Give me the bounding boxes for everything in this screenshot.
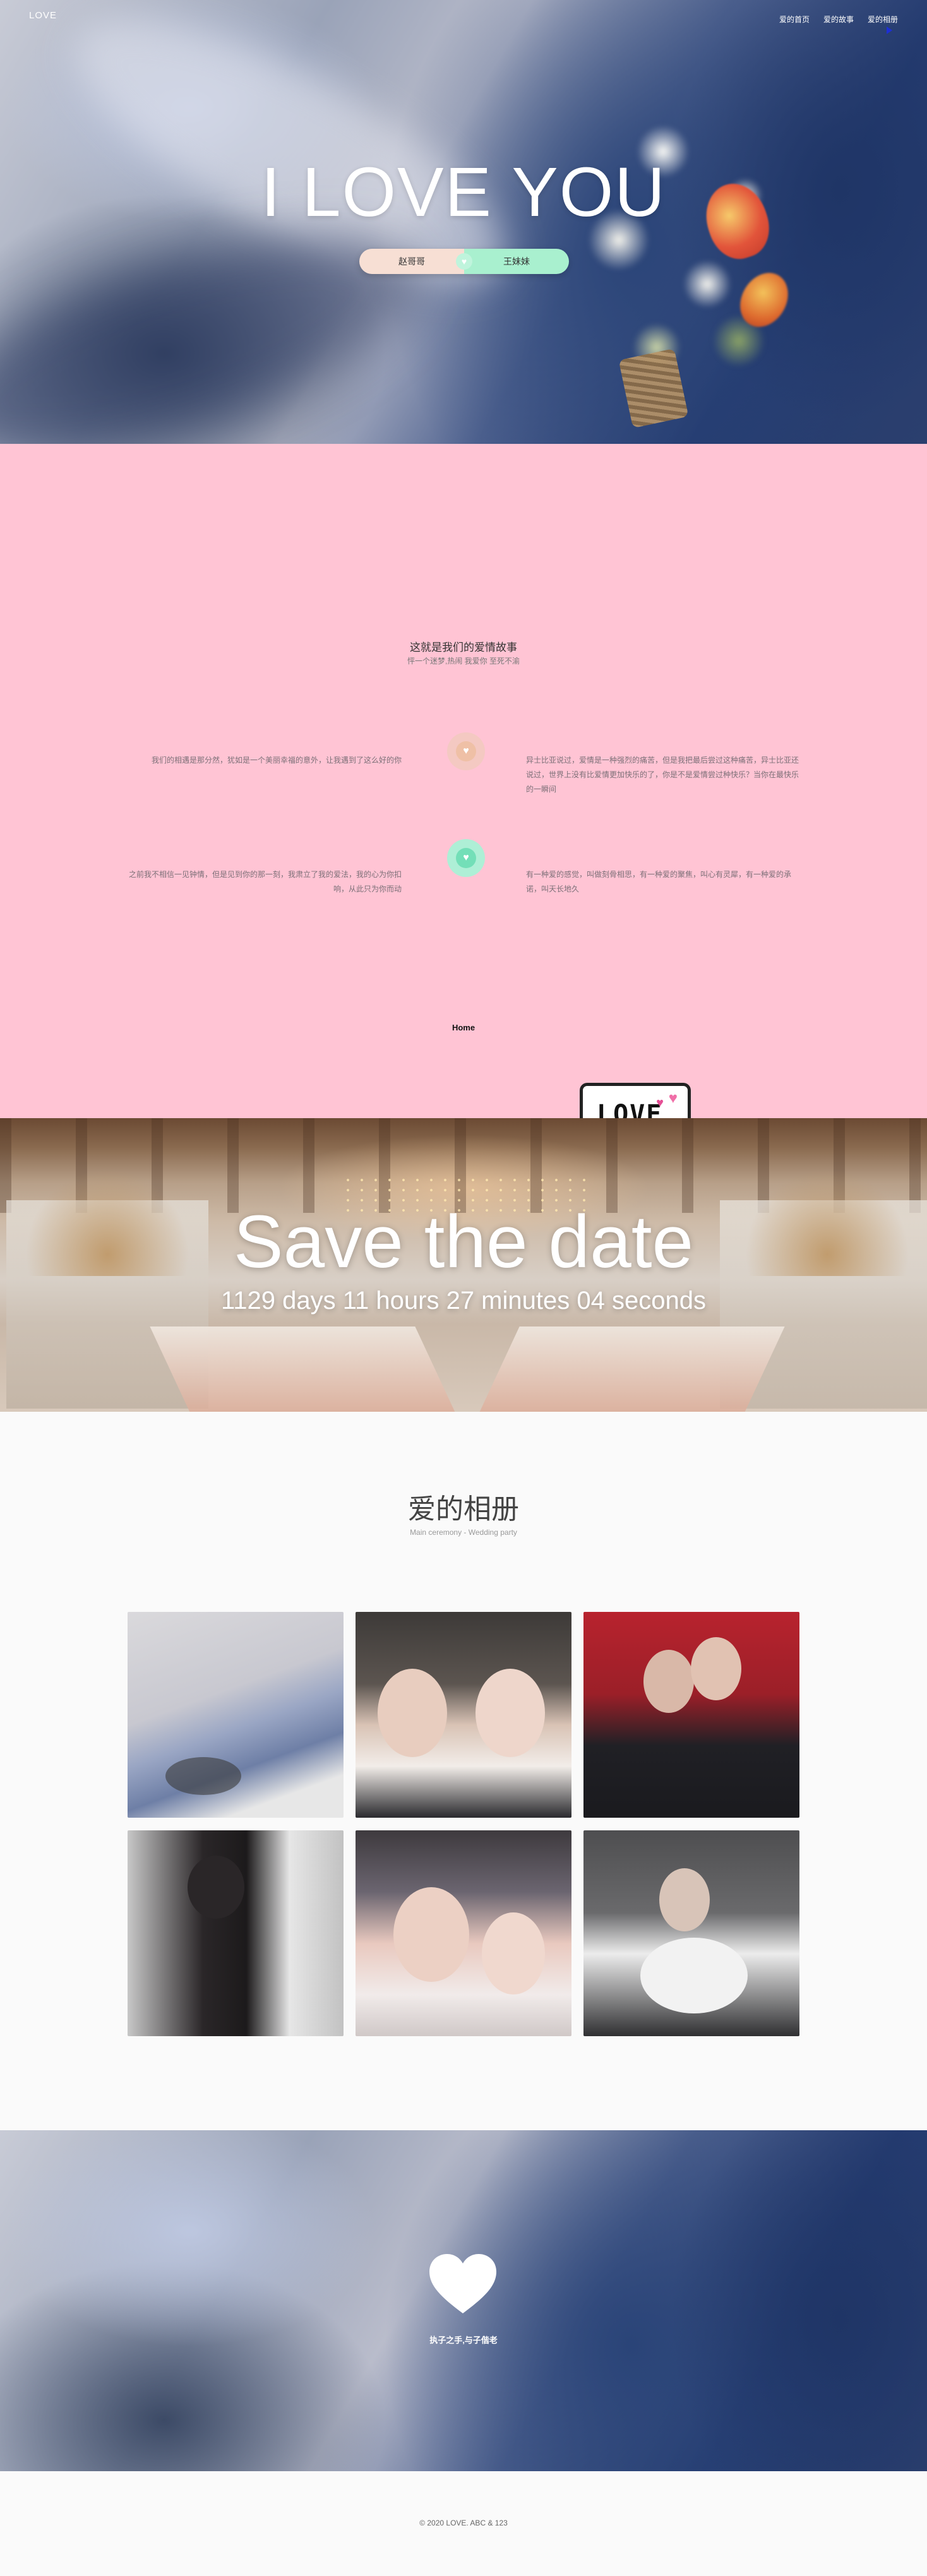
photo-face bbox=[393, 1887, 469, 1982]
save-the-date-title: Save the date bbox=[233, 1200, 694, 1284]
album-photo-1[interactable] bbox=[128, 1612, 344, 1818]
album-photo-3[interactable] bbox=[583, 1612, 799, 1818]
photo-face bbox=[378, 1669, 447, 1757]
heart-icon: ♥ bbox=[456, 848, 476, 868]
groom-name: 赵哥哥 bbox=[359, 249, 464, 274]
photo-face bbox=[475, 1669, 545, 1757]
album-title: 爱的相册 bbox=[408, 1494, 519, 1525]
story-title: 这就是我们的爱情故事 bbox=[410, 641, 517, 653]
heart-icon: ♥ bbox=[456, 253, 472, 270]
nav-home-link[interactable]: 爱的首页 bbox=[779, 14, 810, 25]
photo-face bbox=[482, 1912, 545, 1995]
photo-face bbox=[691, 1637, 741, 1700]
hero-title: I LOVE YOU bbox=[261, 153, 666, 231]
bride-name: 王妹妹 bbox=[464, 249, 569, 274]
countdown-timer: 1129 days 11 hours 27 minutes 04 seconds bbox=[221, 1287, 706, 1315]
nav-album-link[interactable]: 爱的相册 bbox=[868, 14, 898, 25]
footer-copyright: © 2020 LOVE. ABC & 123 bbox=[419, 2519, 508, 2527]
album-photo-4[interactable] bbox=[128, 1830, 344, 2036]
heart-icon: ♥ bbox=[668, 1090, 678, 1107]
timeline-text-right-2: 有一种爱的感觉，叫做刻骨相思，有一种爱的聚焦，叫心有灵犀，有一种爱的承诺，叫天长… bbox=[526, 870, 792, 893]
timeline-dot-1: ♥ bbox=[447, 732, 485, 770]
nav-story-link[interactable]: 爱的故事 bbox=[823, 14, 854, 25]
album-photo-2[interactable] bbox=[356, 1612, 571, 1818]
photo-detail bbox=[165, 1757, 241, 1795]
banquet-table-left bbox=[150, 1327, 457, 1412]
photo-detail bbox=[640, 1938, 748, 2013]
photo-face bbox=[659, 1868, 710, 1931]
album-subtitle: Main ceremony - Wedding party bbox=[410, 1528, 517, 1537]
main-nav: 爱的首页 爱的故事 爱的相册 bbox=[779, 14, 898, 25]
timeline-text-right-1: 异士比亚说过，爱情是一种强烈的痛苦，但是我把最后尝过这种痛苦，异士比亚还说过，世… bbox=[526, 756, 799, 794]
timeline-dot-2: ♥ bbox=[447, 839, 485, 877]
photo-detail bbox=[188, 1856, 244, 1919]
album-photo-6[interactable] bbox=[583, 1830, 799, 2036]
home-link[interactable]: Home bbox=[0, 1023, 927, 1032]
play-arrow-icon[interactable] bbox=[887, 27, 892, 34]
site-logo[interactable]: LOVE bbox=[29, 10, 57, 21]
album-photo-5[interactable] bbox=[356, 1830, 571, 2036]
heart-icon: ♥ bbox=[656, 1096, 664, 1110]
heart-icon bbox=[429, 2254, 496, 2313]
story-subtitle: 怦一个迷梦,热闹 我爱你 至死不渝 bbox=[407, 657, 520, 665]
closing-text: 执子之手,与子偕老 bbox=[429, 2335, 498, 2345]
timeline-text-left-2: 之前我不相信一见钟情，但是见到你的那一刻，我肃立了我的爱法，我的心为你扣响，从此… bbox=[128, 870, 402, 893]
heart-icon: ♥ bbox=[456, 741, 476, 761]
timeline-text-left-1: 我们的相遇是那分然，犹如是一个美丽幸福的意外，让我遇到了这么好的你 bbox=[151, 756, 402, 765]
photo-face bbox=[643, 1650, 694, 1713]
banquet-table-right bbox=[478, 1327, 785, 1412]
flower-bouquet-image bbox=[549, 76, 827, 429]
